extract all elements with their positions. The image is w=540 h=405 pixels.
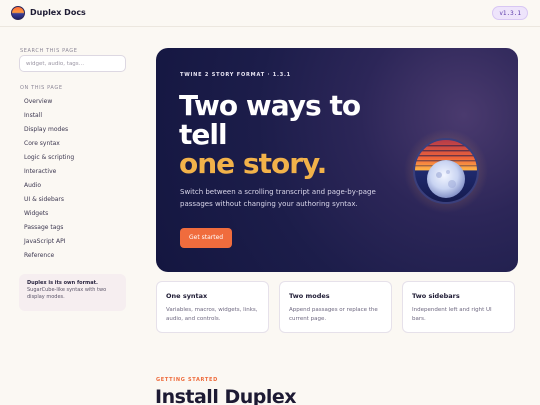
top-bar: Duplex Docs v1.3.1 [0,0,540,27]
hero-title-line2: tell [179,118,228,151]
feature-card-one-syntax: One syntax Variables, macros, widgets, l… [156,281,269,333]
hero-eyebrow: TWINE 2 STORY FORMAT · 1.3.1 [180,72,291,78]
feature-title: Two sidebars [412,292,460,300]
version-badge: v1.3.1 [492,6,528,20]
feature-desc: Variables, macros, widgets, links, audio… [166,307,258,322]
sidebar-item-reference[interactable]: Reference [18,249,126,263]
sidebar-item-widgets[interactable]: Widgets [18,207,126,221]
sidebar-nav: Overview Install Display modes Core synt… [18,95,126,263]
duplex-logo-icon[interactable] [11,6,25,20]
feature-card-two-modes: Two modes Append passages or replace the… [279,281,392,333]
sidebar-item-core-syntax[interactable]: Core syntax [18,137,126,151]
format-note: Duplex is its own format. SugarCube-like… [19,274,126,311]
sidebar-item-install[interactable]: Install [18,109,126,123]
hero-title: Two ways to tell one story. [179,89,361,180]
feature-title: Two modes [289,292,330,300]
sidebar-item-interactive[interactable]: Interactive [18,165,126,179]
feature-card-two-sidebars: Two sidebars Independent left and right … [402,281,515,333]
sidebar-item-logic-scripting[interactable]: Logic & scripting [18,151,126,165]
feature-desc: Append passages or replace the current p… [289,307,378,322]
on-this-page-label: ON THIS PAGE [20,85,63,91]
sidebar-item-passage-tags[interactable]: Passage tags [18,221,126,235]
section-title: Install Duplex [155,386,297,405]
note-title: Duplex is its own format. [27,280,98,286]
hero-subtitle: Switch between a scrolling transcript an… [180,188,376,208]
feature-title: One syntax [166,292,208,300]
get-started-button[interactable]: Get started [180,228,233,248]
section-eyebrow: GETTING STARTED [156,377,218,383]
sidebar-item-audio[interactable]: Audio [18,179,126,193]
note-body: SugarCube-like syntax with two display m… [27,287,107,300]
brand-name[interactable]: Duplex Docs [30,8,86,17]
sidebar-item-javascript-api[interactable]: JavaScript API [18,235,126,249]
sidebar-item-overview[interactable]: Overview [18,95,126,109]
sunset-moon-orb-icon [404,129,488,213]
search-input[interactable] [19,55,126,72]
sidebar-item-display-modes[interactable]: Display modes [18,123,126,137]
hero-banner: TWINE 2 STORY FORMAT · 1.3.1 Two ways to… [156,48,518,272]
sidebar-item-ui-sidebars[interactable]: UI & sidebars [18,193,126,207]
search-label: SEARCH THIS PAGE [20,48,78,54]
hero-title-line1: Two ways to [179,89,361,122]
hero-title-accent: one story. [179,147,327,180]
feature-desc: Independent left and right UI bars. [412,307,492,322]
